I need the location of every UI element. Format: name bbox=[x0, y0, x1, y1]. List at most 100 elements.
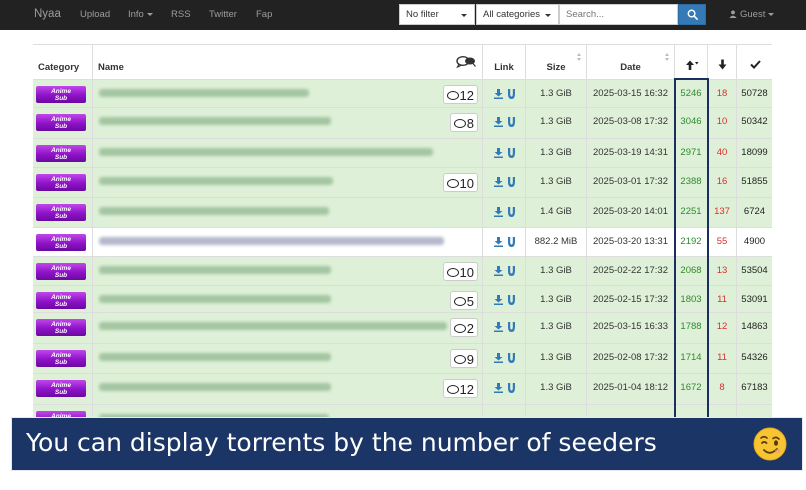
date-value: 2025-03-01 17:32 bbox=[592, 176, 668, 187]
download-icon[interactable] bbox=[494, 322, 503, 332]
download-icon[interactable] bbox=[494, 266, 503, 276]
comments-count[interactable]: 10 bbox=[442, 173, 478, 192]
table-row[interactable]: Anime Sub 1.4 GiB 2025-03-20 14:01 2251 137 67… bbox=[33, 197, 772, 227]
magnet-icon[interactable] bbox=[507, 237, 516, 247]
download-icon[interactable] bbox=[494, 89, 503, 99]
table-row[interactable]: Anime Sub 1.3 GiB 2025-03-19 14:31 2971 40 180… bbox=[33, 138, 772, 167]
search-input[interactable] bbox=[559, 4, 678, 25]
download-icon[interactable] bbox=[494, 353, 503, 363]
torrent-name-link[interactable] bbox=[99, 322, 447, 330]
search-button[interactable] bbox=[678, 4, 706, 25]
table-row[interactable]: Anime Sub 8 1.3 GiB 2025-03-08 17:32 3046 10 50… bbox=[33, 107, 772, 138]
filter-select[interactable]: No filter bbox=[399, 4, 475, 25]
leechers-value: 16 bbox=[716, 176, 728, 187]
torrent-name-link[interactable] bbox=[99, 89, 309, 97]
download-icon[interactable] bbox=[494, 295, 503, 305]
anime-sub-badge[interactable]: AnimeSub bbox=[36, 380, 86, 397]
download-icon[interactable] bbox=[494, 117, 503, 127]
table-row[interactable]: Anime Sub 12 1.3 GiB 2025-01-04 18:12 1672 8 67… bbox=[33, 373, 772, 404]
comments-count[interactable]: 8 bbox=[449, 113, 478, 132]
col-size[interactable]: Size bbox=[525, 45, 586, 80]
magnet-icon[interactable] bbox=[507, 295, 516, 305]
torrent-name-link[interactable] bbox=[99, 177, 333, 185]
nav-upload[interactable]: Upload bbox=[80, 9, 110, 20]
torrent-name-link[interactable] bbox=[99, 237, 444, 245]
badge-line2: Sub bbox=[54, 182, 68, 190]
download-icon[interactable] bbox=[494, 177, 503, 187]
download-icon[interactable] bbox=[494, 207, 503, 217]
magnet-icon[interactable] bbox=[507, 322, 516, 332]
magnet-icon[interactable] bbox=[507, 148, 516, 158]
magnet-icon[interactable] bbox=[507, 266, 516, 276]
magnet-icon[interactable] bbox=[507, 117, 516, 127]
user-menu[interactable]: Guest bbox=[729, 9, 775, 20]
magnet-icon[interactable] bbox=[507, 383, 516, 393]
comments-count[interactable]: 12 bbox=[442, 379, 478, 398]
table-row[interactable]: Anime Sub 10 1.3 GiB 2025-02-22 17:32 2068 13 5… bbox=[33, 256, 772, 285]
downloads-value: 51855 bbox=[741, 176, 768, 187]
table-row[interactable]: Anime Sub 2 1.3 GiB 2025-03-15 16:33 1788 12 14… bbox=[33, 312, 772, 343]
nav-info[interactable]: Info bbox=[128, 9, 153, 20]
torrent-name-link[interactable] bbox=[99, 353, 331, 361]
col-date[interactable]: Date bbox=[586, 45, 674, 80]
nav-rss[interactable]: RSS bbox=[171, 9, 191, 20]
comments-count[interactable]: 12 bbox=[442, 85, 478, 104]
col-category-label: Category bbox=[38, 62, 80, 73]
magnet-icon[interactable] bbox=[507, 89, 516, 99]
anime-sub-badge[interactable]: AnimeSub bbox=[36, 204, 86, 221]
name-cell: 10 bbox=[92, 168, 482, 197]
magnet-icon[interactable] bbox=[507, 353, 516, 363]
anime-sub-badge[interactable]: AnimeSub bbox=[36, 319, 86, 336]
name-cell bbox=[92, 139, 482, 167]
download-icon[interactable] bbox=[494, 237, 503, 247]
anime-sub-badge[interactable]: AnimeSub bbox=[36, 86, 86, 103]
col-name[interactable]: Name bbox=[92, 45, 482, 80]
table-row[interactable]: Anime Sub 12 1.3 GiB 2025-03-15 16:32 5246 18 5… bbox=[33, 79, 772, 107]
anime-sub-badge[interactable]: AnimeSub bbox=[36, 263, 86, 280]
badge-line1: Anime bbox=[51, 293, 71, 301]
anime-sub-badge[interactable]: AnimeSub bbox=[36, 350, 86, 367]
seeders-value: 2251 bbox=[680, 206, 702, 217]
nav-twitter[interactable]: Twitter bbox=[209, 9, 237, 20]
comments-count[interactable]: 9 bbox=[449, 349, 478, 368]
torrent-name-link[interactable] bbox=[99, 383, 331, 391]
table-row[interactable]: Anime Sub 10 1.3 GiB 2025-03-01 17:32 2388 16 5… bbox=[33, 167, 772, 197]
download-icon[interactable] bbox=[494, 148, 503, 158]
anime-sub-badge[interactable]: AnimeSub bbox=[36, 292, 86, 309]
anime-sub-badge[interactable]: AnimeSub bbox=[36, 114, 86, 131]
torrent-name-link[interactable] bbox=[99, 117, 331, 125]
torrent-name-link[interactable] bbox=[99, 148, 433, 156]
category-select[interactable]: All categories bbox=[476, 4, 559, 25]
col-seeders[interactable] bbox=[674, 45, 707, 80]
col-downloads[interactable] bbox=[736, 45, 772, 80]
seeders-cell: 1672 bbox=[674, 374, 707, 404]
anime-sub-badge[interactable]: AnimeSub bbox=[36, 145, 86, 162]
torrent-name-link[interactable] bbox=[99, 266, 331, 274]
badge-line1: Anime bbox=[51, 175, 71, 183]
comments-count-value: 9 bbox=[466, 352, 474, 368]
table-row[interactable]: Anime Sub 5 1.3 GiB 2025-02-15 17:32 1803 11 53… bbox=[33, 285, 772, 312]
table-row[interactable]: Anime Sub 882.2 MiB 2025-03-20 13:31 2192 55 4… bbox=[33, 227, 772, 256]
col-leechers[interactable] bbox=[707, 45, 736, 80]
comments-count[interactable]: 5 bbox=[449, 291, 478, 310]
anime-sub-badge[interactable]: AnimeSub bbox=[36, 234, 86, 251]
nav-fap[interactable]: Fap bbox=[256, 9, 272, 20]
comments-count[interactable]: 10 bbox=[442, 262, 478, 281]
leechers-cell: 16 bbox=[707, 168, 736, 197]
seeders-value: 2192 bbox=[680, 236, 702, 247]
torrent-name-link[interactable] bbox=[99, 295, 331, 303]
size-value: 1.3 GiB bbox=[540, 116, 572, 127]
magnet-icon[interactable] bbox=[507, 177, 516, 187]
magnet-icon[interactable] bbox=[507, 207, 516, 217]
brand-link[interactable]: Nyaa bbox=[34, 8, 61, 20]
col-category[interactable]: Category bbox=[33, 45, 92, 80]
download-icon[interactable] bbox=[494, 383, 503, 393]
torrent-name-link[interactable] bbox=[99, 207, 329, 215]
seeders-cell: 1714 bbox=[674, 344, 707, 373]
table-row[interactable]: Anime Sub 9 1.3 GiB 2025-02-08 17:32 1714 11 54… bbox=[33, 343, 772, 373]
user-icon bbox=[729, 10, 737, 18]
date-cell: 2025-03-19 14:31 bbox=[586, 139, 674, 167]
anime-sub-badge[interactable]: AnimeSub bbox=[36, 174, 86, 191]
category-cell: AnimeSub bbox=[33, 374, 92, 404]
comments-count[interactable]: 2 bbox=[449, 318, 478, 337]
